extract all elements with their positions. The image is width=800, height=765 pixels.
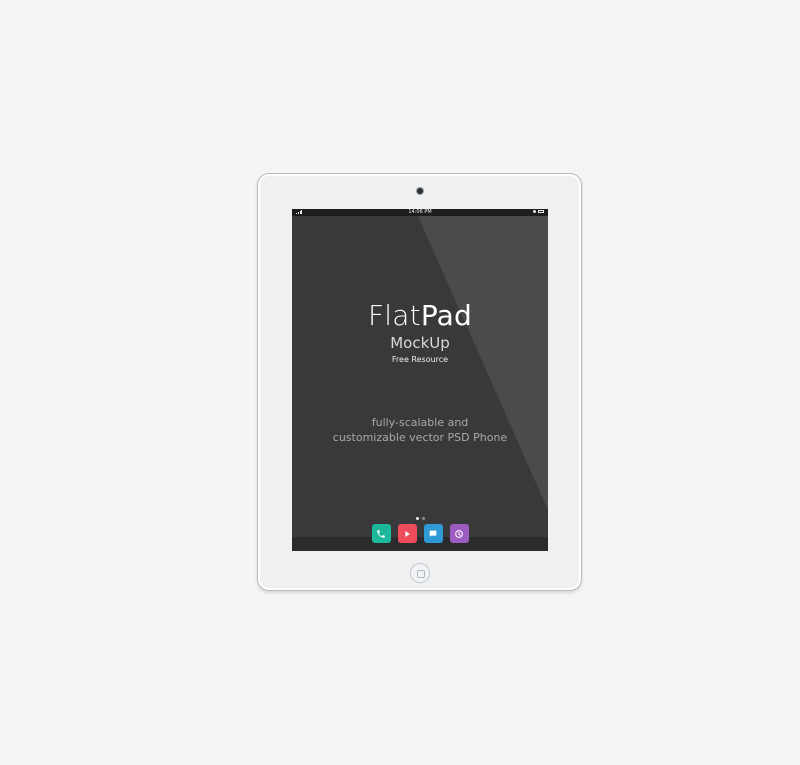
status-time: 14:06 PM: [408, 209, 432, 215]
dock-icons: [292, 524, 548, 543]
page-dot: [421, 517, 425, 520]
tablet-screen: 14:06 PM FlatPad MockUp Free Resource fu…: [292, 209, 548, 551]
hero-subtitle: MockUp: [390, 334, 450, 352]
bluetooth-icon: [533, 210, 536, 213]
status-icons: [533, 210, 544, 213]
description-line-2: customizable vector PSD Phone: [332, 431, 508, 444]
description-line-1: fully-scalable and: [371, 416, 469, 429]
hero-title: FlatPad: [292, 301, 548, 331]
play-icon[interactable]: [397, 524, 417, 543]
battery-icon: [538, 210, 544, 213]
clock-icon[interactable]: [449, 524, 469, 543]
hero-title-bold: Pad: [420, 299, 472, 332]
status-bar: 14:06 PM: [292, 209, 548, 216]
signal-icon: [296, 210, 302, 214]
phone-icon[interactable]: [371, 524, 391, 543]
page-indicator: [292, 517, 548, 520]
screen-glare: [414, 209, 548, 510]
home-button[interactable]: [410, 563, 430, 583]
message-icon[interactable]: [423, 524, 443, 543]
description-block: fully-scalable and customizable vector P…: [292, 415, 548, 445]
camera-icon: [417, 188, 423, 194]
page-dot-active: [415, 517, 419, 520]
hero-tagline: Free Resource: [391, 355, 449, 364]
hero-title-light: Flat: [368, 299, 421, 332]
tablet-device: 14:06 PM FlatPad MockUp Free Resource fu…: [257, 173, 582, 591]
